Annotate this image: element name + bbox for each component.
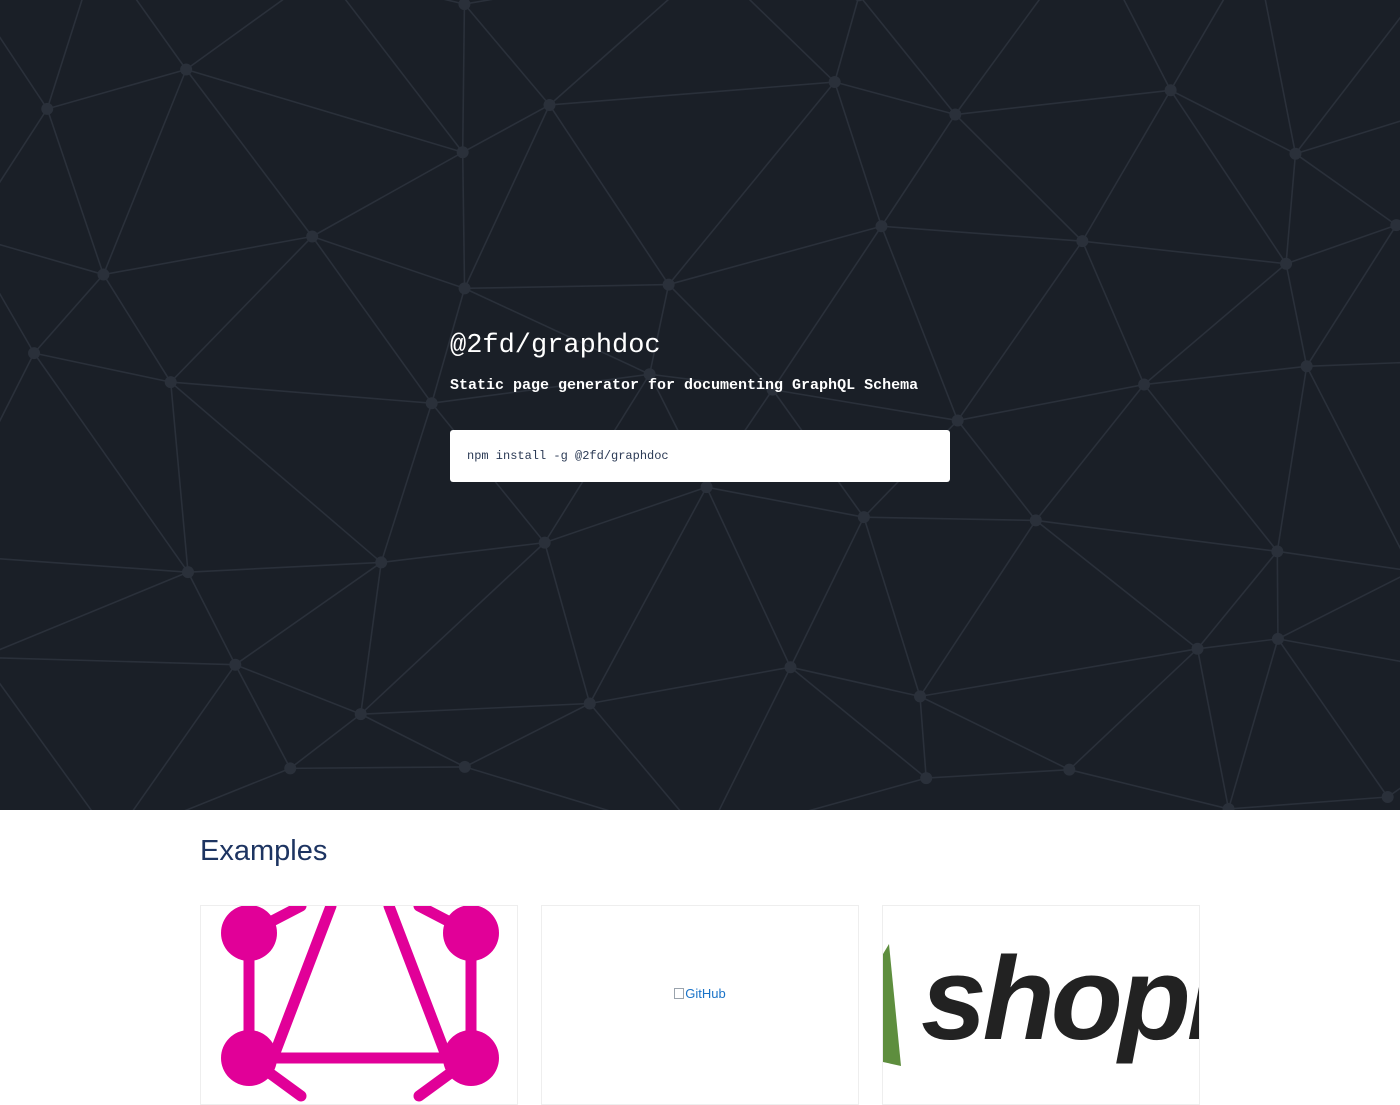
hero-content: @2fd/graphdoc Static page generator for … [450,328,950,482]
shopify-logo-text: shopi [921,933,1200,1065]
example-card-github[interactable]: GitHub [541,905,859,1105]
hero-section: @2fd/graphdoc Static page generator for … [0,0,1400,810]
examples-heading: Examples [200,835,328,867]
example-card-shopify[interactable]: shopi [882,905,1200,1105]
example-card-graphql[interactable] [200,905,518,1105]
shopify-bag-icon [883,944,901,1066]
github-alt-text: GitHub [685,986,726,1001]
graphql-logo-icon [221,906,499,1102]
page-subtitle: Static page generator for documenting Gr… [450,377,919,394]
examples-section: Examples GitHub shopi [200,810,1200,1105]
install-command-text[interactable]: npm install -g @2fd/graphdoc [467,449,669,463]
github-logo-broken-image: GitHub [542,986,858,1001]
install-command-box[interactable]: npm install -g @2fd/graphdoc [450,430,950,482]
examples-grid: GitHub shopi [200,905,1202,1105]
broken-image-icon [674,988,685,999]
page-title: @2fd/graphdoc [450,331,661,361]
